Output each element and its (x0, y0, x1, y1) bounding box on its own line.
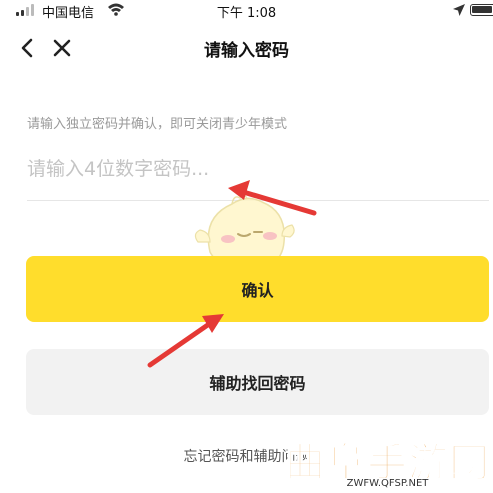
nav-bar: 请输入密码 (0, 28, 493, 68)
status-time: 下午 1:08 (216, 6, 277, 21)
assist-button-label: 辅助找回密码 (209, 374, 306, 393)
watermark-url: ZWFW.QFSP.NET (285, 478, 490, 489)
confirm-button[interactable]: 确认 (26, 256, 489, 322)
site-watermark: 曲阜手游网 ZWFW.QFSP.NET (284, 430, 490, 493)
assist-recover-password-button[interactable]: 辅助找回密码 (26, 349, 489, 415)
status-bar: 中国电信 下午 1:08 (0, 0, 493, 21)
password-input[interactable] (27, 152, 489, 186)
page-title: 请输入密码 (204, 41, 289, 61)
location-arrow-icon (453, 4, 465, 16)
confirm-button-label: 确认 (241, 281, 274, 300)
battery-icon (470, 4, 493, 16)
instruction-text: 请输入独立密码并确认，即可关闭青少年模式 (27, 117, 288, 132)
